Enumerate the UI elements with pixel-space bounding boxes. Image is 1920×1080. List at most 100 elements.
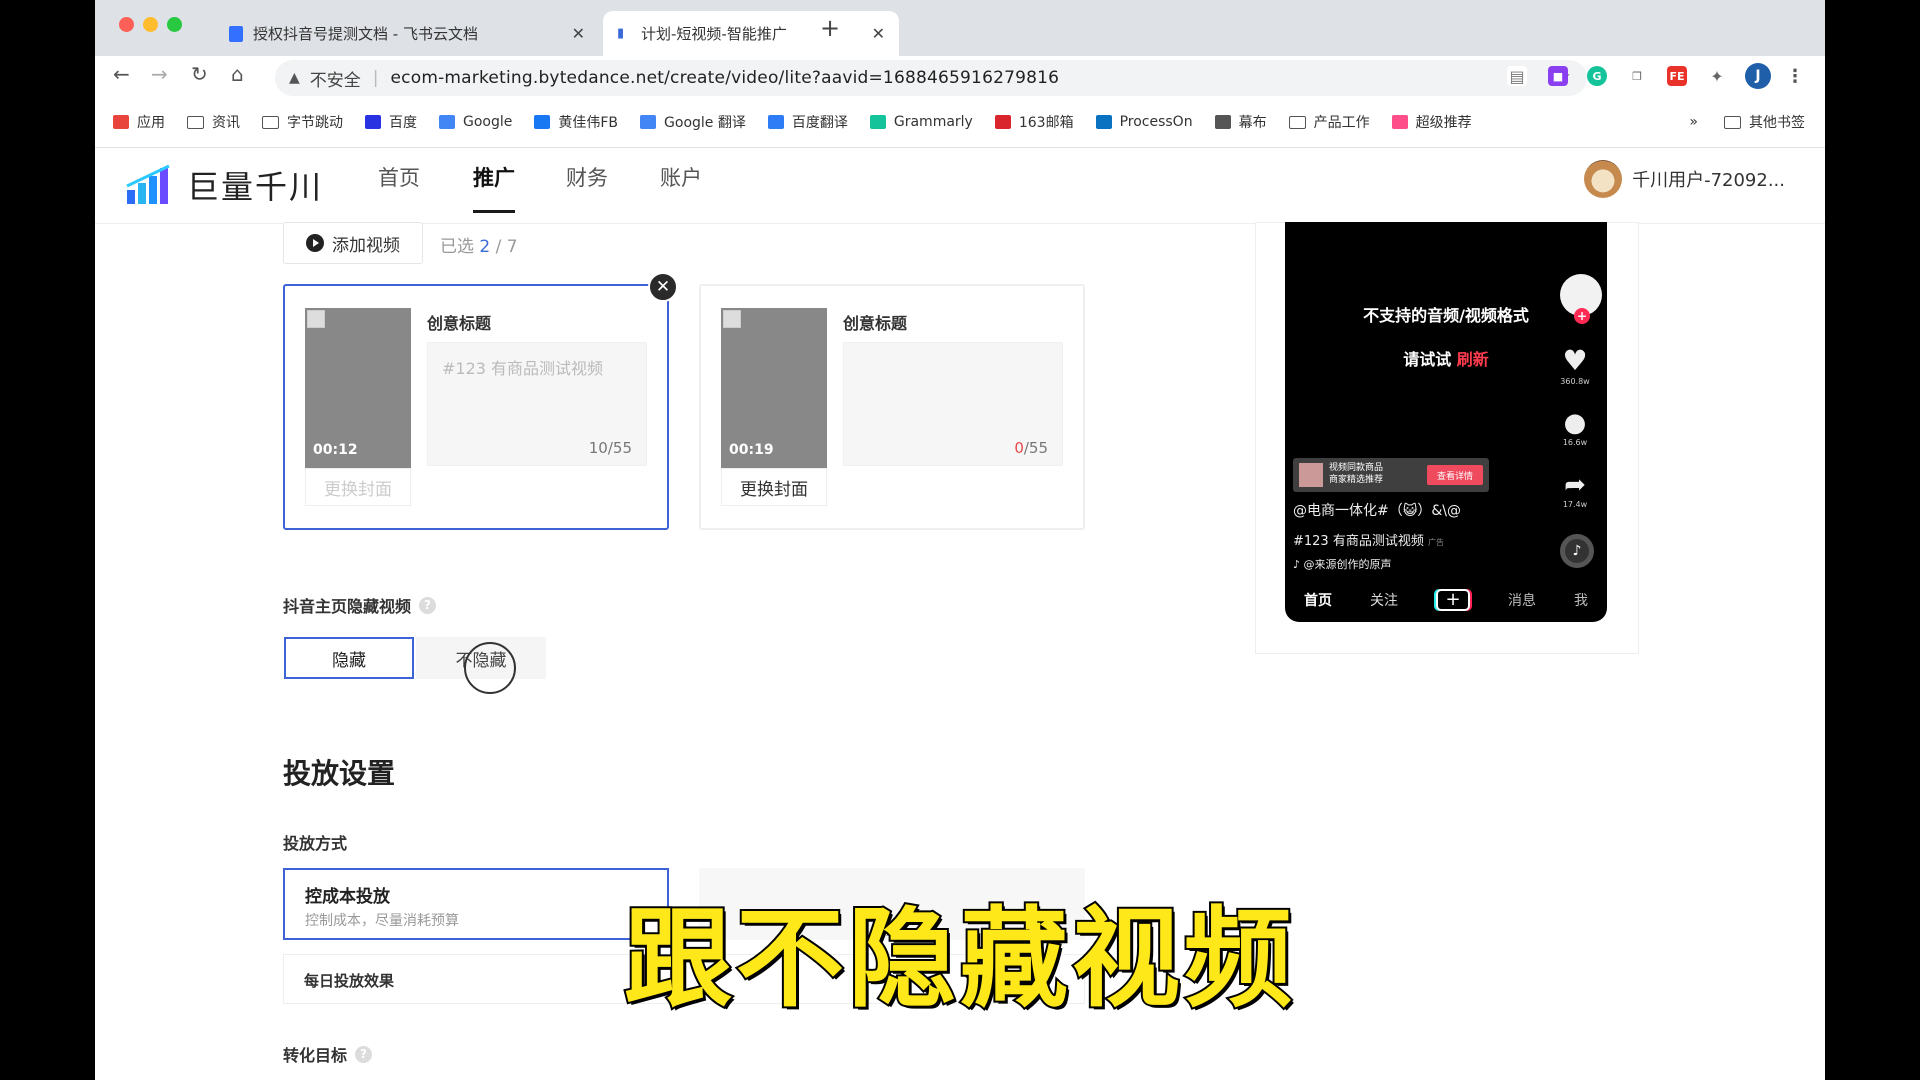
ad-tag: 广告 bbox=[1427, 538, 1444, 547]
more-bookmarks-icon[interactable]: » bbox=[1689, 114, 1698, 130]
bookmark-item[interactable]: 163邮箱 bbox=[994, 112, 1074, 132]
phone-preview: 不支持的音频/视频格式 请试试 刷新 + ♥ 360.8w ● 16.6w ➦ … bbox=[1285, 222, 1607, 622]
creative-title-input[interactable]: 0/55 bbox=[843, 342, 1063, 466]
comment-count: 16.6w bbox=[1562, 438, 1588, 447]
bookmark-item[interactable]: 百度翻译 bbox=[767, 112, 848, 132]
add-video-button[interactable]: 添加视频 bbox=[283, 222, 423, 264]
nav-promotion[interactable]: 推广 bbox=[473, 162, 515, 192]
remove-video-button[interactable]: ✕ bbox=[648, 272, 678, 302]
bookmark-item[interactable]: ProcessOn bbox=[1095, 114, 1193, 130]
heart-icon: ♥ bbox=[1562, 344, 1588, 377]
caption-line: #123 有商品测试视频 广告 bbox=[1293, 530, 1444, 549]
zoom-window-button[interactable] bbox=[167, 17, 182, 32]
close-tab-icon[interactable]: ✕ bbox=[872, 24, 885, 43]
selected-total: / 7 bbox=[495, 237, 518, 257]
folder-icon bbox=[262, 115, 279, 129]
home-icon[interactable]: ⌂ bbox=[231, 62, 244, 86]
bookmark-item[interactable]: 字节跳动 bbox=[262, 112, 343, 132]
tab-title: 授权抖音号提测文档 - 飞书云文档 bbox=[253, 25, 478, 43]
menu-kebab-icon[interactable]: ⋮ bbox=[1785, 66, 1805, 87]
tab-bar: 授权抖音号提测文档 - 飞书云文档 ✕ ▮ 计划-短视频-智能推广 ✕ + bbox=[95, 0, 1825, 56]
conversion-label: 转化目标 ? bbox=[283, 1042, 373, 1066]
help-icon[interactable]: ? bbox=[355, 1045, 373, 1063]
video-card-2[interactable]: 00:19 更换封面 创意标题 0/55 bbox=[699, 284, 1085, 530]
phone-bottom-nav: 首页 关注 + 消息 我 bbox=[1285, 578, 1607, 622]
minimize-window-button[interactable] bbox=[143, 17, 158, 32]
extension-copy-icon[interactable]: ❐ bbox=[1627, 66, 1647, 86]
video-subtitle: 跟不隐藏视频 bbox=[622, 895, 1296, 1024]
refresh-link[interactable]: 刷新 bbox=[1457, 350, 1489, 369]
bookmark-label: 资讯 bbox=[212, 115, 240, 131]
user-menu[interactable]: 千川用户-72092... bbox=[1584, 160, 1785, 198]
bookmark-item[interactable]: Grammarly bbox=[869, 114, 973, 130]
bookmarks-bar: 应用 资讯 字节跳动 百度 Google 黄佳伟FB Google 翻译 百度翻译 Gramma… bbox=[95, 102, 1825, 142]
tab-campaign[interactable]: ▮ 计划-短视频-智能推广 ✕ bbox=[603, 11, 899, 56]
other-bookmarks[interactable]: 其他书签 bbox=[1749, 112, 1805, 132]
nav-finance[interactable]: 财务 bbox=[566, 162, 608, 192]
grammarly-extension-icon[interactable]: G bbox=[1587, 66, 1607, 86]
comment-counter: ● 16.6w bbox=[1555, 408, 1595, 447]
add-video-label: 添加视频 bbox=[332, 235, 400, 256]
phone-tab-me: 我 bbox=[1574, 593, 1588, 609]
bookmark-item[interactable]: 资讯 bbox=[187, 112, 240, 132]
security-label[interactable]: 不安全 bbox=[310, 66, 361, 91]
url-text[interactable]: ecom-marketing.bytedance.net/create/vide… bbox=[391, 68, 1060, 88]
share-arrow-icon: ➦ bbox=[1564, 470, 1586, 500]
extensions-puzzle-icon[interactable]: ✦ bbox=[1707, 66, 1727, 86]
bookmark-item[interactable]: Google 翻译 bbox=[640, 112, 746, 132]
view-detail-button: 查看详情 bbox=[1427, 465, 1483, 485]
bookmark-item[interactable]: 产品工作 bbox=[1288, 112, 1370, 132]
bookmark-item[interactable]: Google bbox=[439, 114, 512, 130]
video-thumbnail[interactable]: 00:12 bbox=[305, 308, 411, 468]
brand-logo[interactable]: 巨量千川 bbox=[125, 162, 323, 208]
video-card-1[interactable]: 00:12 更换封面 创意标题 #123 有商品测试视频 10/55 bbox=[283, 284, 669, 530]
address-bar[interactable]: ▲ 不安全 | ecom-marketing.bytedance.net/cre… bbox=[275, 60, 1587, 96]
phone-tab-home: 首页 bbox=[1304, 593, 1332, 609]
option-hide[interactable]: 隐藏 bbox=[284, 637, 414, 679]
forward-icon[interactable]: → bbox=[151, 62, 168, 86]
bookmark-label: 幕布 bbox=[1238, 115, 1267, 131]
reading-list-icon[interactable]: ▤ bbox=[1507, 66, 1527, 86]
doc-icon bbox=[229, 25, 243, 42]
help-icon[interactable]: ? bbox=[419, 596, 437, 614]
bookmark-item[interactable]: 超级推荐 bbox=[1391, 112, 1472, 132]
char-counter: 0/55 bbox=[1014, 439, 1048, 457]
back-icon[interactable]: ← bbox=[113, 62, 130, 86]
extension-purple-icon[interactable]: ■ bbox=[1548, 66, 1568, 86]
phone-tab-follow: 关注 bbox=[1370, 593, 1398, 609]
share-icon bbox=[1391, 115, 1408, 129]
baidu-icon bbox=[365, 115, 381, 129]
new-tab-button[interactable]: + bbox=[820, 14, 840, 42]
share-count: 17.4w bbox=[1562, 500, 1588, 509]
close-window-button[interactable] bbox=[119, 17, 134, 32]
google-translate-icon bbox=[640, 115, 657, 129]
char-count: 0 bbox=[1014, 439, 1024, 457]
change-cover-button[interactable]: 更换封面 bbox=[305, 468, 411, 506]
bookmark-label: 应用 bbox=[137, 115, 165, 131]
facebook-icon bbox=[534, 115, 551, 129]
bookmark-item[interactable]: 百度 bbox=[365, 112, 417, 132]
bookmark-label: Google 翻译 bbox=[664, 115, 746, 131]
nav-home[interactable]: 首页 bbox=[378, 162, 420, 192]
like-counter: ♥ 360.8w bbox=[1555, 344, 1595, 386]
bookmark-item[interactable]: 幕布 bbox=[1214, 112, 1267, 132]
change-cover-button[interactable]: 更换封面 bbox=[721, 468, 827, 506]
delivery-method-label: 投放方式 bbox=[283, 834, 348, 853]
close-tab-icon[interactable]: ✕ bbox=[572, 24, 585, 43]
reload-icon[interactable]: ↻ bbox=[191, 62, 208, 86]
tab-feishu-doc[interactable]: 授权抖音号提测文档 - 飞书云文档 ✕ bbox=[215, 11, 599, 56]
bookmark-item[interactable]: 黄佳伟FB bbox=[534, 112, 618, 132]
nav-account[interactable]: 账户 bbox=[660, 162, 702, 192]
user-avatar bbox=[1584, 160, 1623, 198]
bookmark-item[interactable]: 应用 bbox=[113, 112, 165, 132]
browser-toolbar: ← → ↻ ⌂ ▲ 不安全 | ecom-marketing.bytedance… bbox=[95, 56, 1825, 148]
broken-image-icon bbox=[307, 310, 325, 328]
video-thumbnail[interactable]: 00:19 bbox=[721, 308, 827, 468]
profile-avatar[interactable]: J bbox=[1745, 63, 1771, 89]
char-count: 10 bbox=[588, 439, 608, 457]
product-image bbox=[1299, 463, 1323, 487]
apps-grid-icon bbox=[113, 115, 129, 129]
extension-fe-icon[interactable]: FE bbox=[1667, 66, 1687, 86]
creative-title-input[interactable]: #123 有商品测试视频 10/55 bbox=[427, 342, 647, 466]
author-line: @电商一体化#（😺）&\@ bbox=[1293, 503, 1461, 519]
